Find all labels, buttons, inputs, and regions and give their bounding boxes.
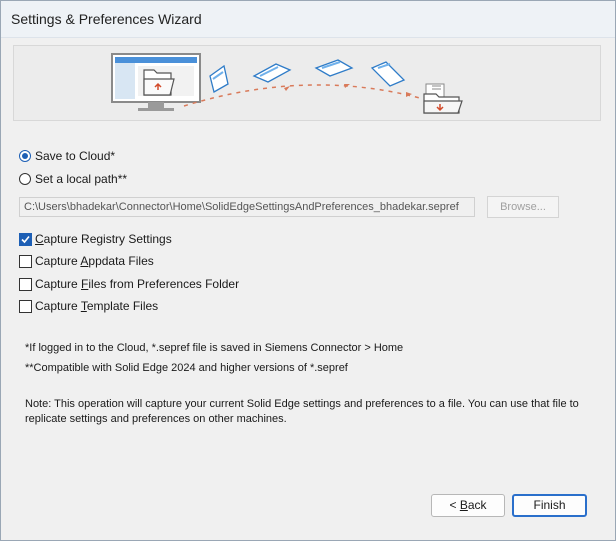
cloud-note: *If logged in to the Cloud, *.sepref fil… [25, 342, 404, 354]
save-to-cloud-radio[interactable] [19, 150, 31, 162]
capture-preferences-folder-option[interactable]: Capture Files from Preferences Folder [19, 276, 239, 292]
wizard-window: Settings & Preferences Wizard Save to Cl… [0, 0, 616, 541]
capture-preferences-folder-checkbox[interactable] [19, 277, 32, 291]
operation-note: Note: This operation will capture your c… [25, 398, 579, 425]
transfer-illustration [111, 53, 463, 114]
save-to-cloud-label: Save to Cloud* [35, 149, 116, 163]
save-to-cloud-option[interactable]: Save to Cloud* [19, 148, 115, 164]
finish-button[interactable]: Finish [512, 494, 587, 517]
destination-folder-icon [423, 83, 463, 114]
capture-template-label: Capture Template Files [35, 299, 159, 313]
title-bar[interactable]: Settings & Preferences Wizard [1, 1, 615, 38]
local-path-input: C:\Users\bhadekar\Connector\Home\SolidEd… [19, 197, 475, 217]
capture-registry-label: Capture Registry Settings [35, 232, 172, 246]
window-title: Settings & Preferences Wizard [11, 11, 202, 27]
capture-registry-checkbox[interactable] [19, 232, 32, 246]
capture-preferences-folder-label: Capture Files from Preferences Folder [35, 277, 240, 291]
browse-button: Browse... [487, 196, 559, 218]
capture-registry-option[interactable]: Capture Registry Settings [19, 231, 172, 247]
capture-template-option[interactable]: Capture Template Files [19, 298, 158, 314]
local-path-option[interactable]: Set a local path** [19, 171, 127, 187]
wizard-banner [13, 45, 601, 121]
compatibility-note: **Compatible with Solid Edge 2024 and hi… [25, 362, 348, 374]
back-button[interactable]: < Back [431, 494, 505, 517]
capture-template-checkbox[interactable] [19, 299, 32, 313]
local-path-radio[interactable] [19, 173, 31, 185]
checkmark-icon [21, 235, 30, 243]
flying-files-icon [209, 59, 406, 93]
local-path-label: Set a local path** [35, 172, 128, 186]
capture-appdata-checkbox[interactable] [19, 254, 32, 268]
capture-appdata-label: Capture Appdata Files [35, 254, 154, 268]
capture-appdata-option[interactable]: Capture Appdata Files [19, 253, 154, 269]
source-folder-icon [143, 69, 175, 96]
